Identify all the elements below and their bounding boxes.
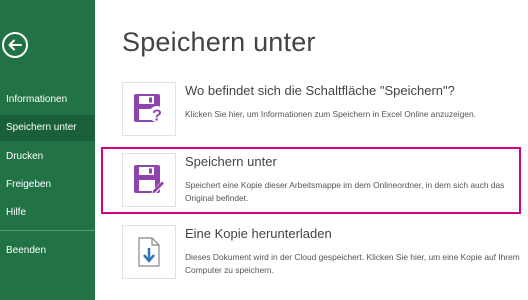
option-title: Speichern unter	[185, 154, 277, 169]
page-title: Speichern unter	[122, 27, 316, 57]
option-title: Wo befindet sich die Schaltfläche "Speic…	[185, 83, 455, 98]
nav-item-beenden[interactable]: Beenden	[0, 238, 95, 264]
sidebar: Informationen Speichern unter Drucken Fr…	[0, 0, 95, 300]
svg-text:?: ?	[152, 108, 162, 125]
nav-item-freigeben[interactable]: Freigeben	[0, 172, 95, 198]
save-as-icon	[122, 153, 176, 207]
main-panel: Speichern unter ? Wo befindet sich die S…	[95, 0, 528, 300]
nav-item-drucken[interactable]: Drucken	[0, 144, 95, 170]
option-download-copy[interactable]: Eine Kopie herunterladen Dieses Dokument…	[122, 225, 522, 289]
nav-separator	[0, 230, 95, 231]
option-title: Eine Kopie herunterladen	[185, 226, 332, 241]
download-document-icon	[122, 225, 176, 279]
save-question-icon: ?	[122, 82, 176, 136]
option-description: Klicken Sie hier, um Informationen zum S…	[185, 109, 476, 119]
option-save-as[interactable]: Speichern unter Speichert eine Kopie die…	[122, 153, 522, 217]
option-description: Dieses Dokument wird in der Cloud gespei…	[185, 252, 520, 275]
option-where-is-save[interactable]: ? Wo befindet sich die Schaltfläche "Spe…	[122, 82, 522, 146]
nav-item-informationen[interactable]: Informationen	[0, 87, 95, 113]
option-description: Speichert eine Kopie dieser Arbeitsmappe…	[185, 180, 505, 203]
back-arrow-icon[interactable]	[2, 32, 28, 58]
nav-item-speichern-unter[interactable]: Speichern unter	[0, 115, 95, 141]
nav-item-hilfe[interactable]: Hilfe	[0, 200, 95, 226]
